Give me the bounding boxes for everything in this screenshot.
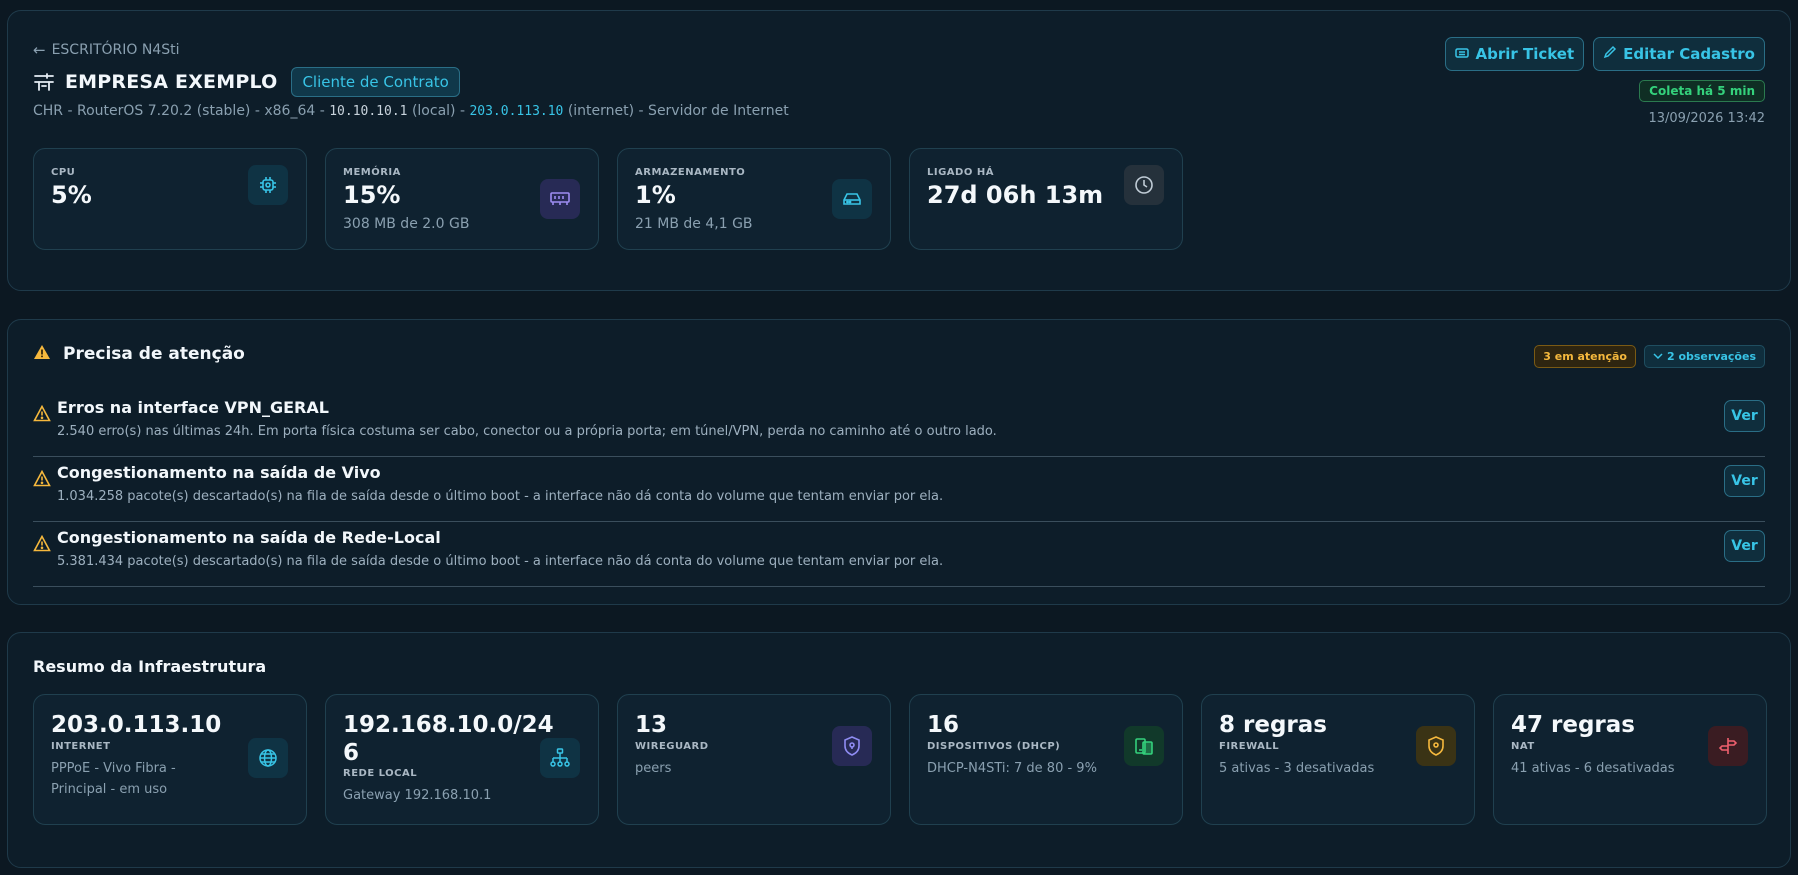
infrastructure-title: Resumo da Infraestrutura	[33, 657, 267, 676]
company-name: EMPRESA EXEMPLO	[65, 71, 278, 93]
attention-item-description: 2.540 erro(s) nas últimas 24h. Em porta …	[57, 424, 997, 439]
nat-value: 47 regras	[1511, 712, 1635, 738]
storage-label: ARMAZENAMENTO	[635, 167, 746, 178]
local-network-gateway: Gateway 192.168.10.1	[343, 788, 492, 803]
globe-icon	[248, 738, 288, 778]
observations-label: 2 observações	[1666, 350, 1756, 363]
local-network-value: 192.168.10.0/24 6	[343, 711, 554, 767]
local-network-label: REDE LOCAL	[343, 768, 418, 779]
internet-detail-line1: PPPoE - Vivo Fibra -	[51, 761, 176, 776]
local-network-value-line1: 192.168.10.0/24	[343, 712, 554, 738]
wireguard-detail: peers	[635, 761, 672, 776]
storage-value: 1%	[635, 181, 676, 209]
wireguard-card[interactable]: 13 WIREGUARD peers	[617, 694, 891, 825]
attention-count-badge: 3 em atenção	[1534, 345, 1636, 368]
last-update-timestamp: 13/09/2026 13:42	[1648, 111, 1765, 126]
router-icon	[33, 72, 55, 92]
local-network-card[interactable]: 192.168.10.0/24 6 REDE LOCAL Gateway 192.…	[325, 694, 599, 825]
nat-detail: 41 ativas - 6 desativadas	[1511, 761, 1675, 776]
device-header-panel: ← ESCRITÓRIO N4Sti EMPRESA EXEMPLO Clien…	[7, 10, 1791, 291]
infrastructure-panel: Resumo da Infraestrutura 203.0.113.10 IN…	[7, 632, 1791, 868]
device-model: CHR - RouterOS 7.20.2 (stable) - x86_64 …	[33, 103, 330, 119]
arrow-left-icon: ←	[33, 41, 46, 59]
dhcp-devices-label: DISPOSITIVOS (DHCP)	[927, 741, 1061, 752]
storage-card: ARMAZENAMENTO 1% 21 MB de 4,1 GB	[617, 148, 891, 250]
nat-icon	[1708, 726, 1748, 766]
attention-item-title: Congestionamento na saída de Rede-Local	[57, 528, 441, 547]
pencil-icon	[1603, 45, 1617, 63]
dhcp-devices-detail: DHCP-N4STi: 7 de 80 - 9%	[927, 761, 1097, 776]
local-ip: 10.10.10.1	[329, 104, 408, 119]
chevron-down-icon	[1653, 350, 1663, 363]
dhcp-devices-card[interactable]: 16 DISPOSITIVOS (DHCP) DHCP-N4STi: 7 de …	[909, 694, 1183, 825]
dhcp-devices-value: 16	[927, 712, 960, 738]
attention-item: Congestionamento na saída de Vivo 1.034.…	[33, 457, 1765, 522]
collect-status-badge: Coleta há 5 min	[1639, 80, 1765, 102]
attention-item-description: 5.381.434 pacote(s) descartado(s) na fil…	[57, 554, 944, 569]
uptime-value: 27d 06h 13m	[927, 181, 1104, 209]
open-ticket-label: Abrir Ticket	[1475, 45, 1575, 63]
cpu-icon	[248, 165, 288, 205]
cpu-card: CPU 5%	[33, 148, 307, 250]
ticket-icon	[1455, 45, 1470, 63]
firewall-label: FIREWALL	[1219, 741, 1280, 752]
local-network-value-line2: 6	[343, 740, 360, 766]
warning-outline-icon	[33, 469, 51, 487]
device-info: CHR - RouterOS 7.20.2 (stable) - x86_64 …	[33, 103, 789, 119]
firewall-detail: 5 ativas - 3 desativadas	[1219, 761, 1375, 776]
attention-item: Congestionamento na saída de Rede-Local …	[33, 522, 1765, 587]
back-link[interactable]: ← ESCRITÓRIO N4Sti	[33, 41, 180, 59]
view-button[interactable]: Ver	[1724, 530, 1765, 562]
internet-label: INTERNET	[51, 741, 111, 752]
wireguard-value: 13	[635, 712, 668, 738]
firewall-value: 8 regras	[1219, 712, 1327, 738]
edit-registration-button[interactable]: Editar Cadastro	[1593, 37, 1765, 71]
warning-icon	[33, 344, 51, 364]
attention-item-description: 1.034.258 pacote(s) descartado(s) na fil…	[57, 489, 944, 504]
clock-icon	[1124, 165, 1164, 205]
memory-detail: 308 MB de 2.0 GB	[343, 216, 470, 232]
open-ticket-button[interactable]: Abrir Ticket	[1445, 37, 1585, 71]
warning-outline-icon	[33, 404, 51, 422]
memory-value: 15%	[343, 181, 401, 209]
shield-icon	[832, 726, 872, 766]
view-button[interactable]: Ver	[1724, 465, 1765, 497]
local-ip-label: (local) -	[407, 103, 470, 119]
edit-registration-label: Editar Cadastro	[1623, 45, 1755, 63]
view-button[interactable]: Ver	[1724, 400, 1765, 432]
attention-item-title: Congestionamento na saída de Vivo	[57, 463, 381, 482]
internet-detail-line2: Principal - em uso	[51, 782, 168, 797]
nat-card[interactable]: 47 regras NAT 41 ativas - 6 desativadas	[1493, 694, 1767, 825]
storage-icon	[832, 179, 872, 219]
public-ip-label: (internet) - Servidor de Internet	[563, 103, 789, 119]
firewall-card[interactable]: 8 regras FIREWALL 5 ativas - 3 desativad…	[1201, 694, 1475, 825]
attention-item: Erros na interface VPN_GERAL 2.540 erro(…	[33, 392, 1765, 457]
network-icon	[540, 738, 580, 778]
warning-outline-icon	[33, 534, 51, 552]
memory-card: MEMÓRIA 15% 308 MB de 2.0 GB	[325, 148, 599, 250]
uptime-card: LIGADO HÁ 27d 06h 13m	[909, 148, 1183, 250]
observations-toggle[interactable]: 2 observações	[1643, 345, 1765, 368]
firewall-icon	[1416, 726, 1456, 766]
internet-card[interactable]: 203.0.113.10 INTERNET PPPoE - Vivo Fibra…	[33, 694, 307, 825]
cpu-value: 5%	[51, 181, 92, 209]
wireguard-label: WIREGUARD	[635, 741, 709, 752]
cpu-label: CPU	[51, 167, 76, 178]
storage-detail: 21 MB de 4,1 GB	[635, 216, 753, 232]
uptime-label: LIGADO HÁ	[927, 167, 994, 178]
internet-value: 203.0.113.10	[51, 712, 222, 738]
contract-badge: Cliente de Contrato	[291, 67, 460, 97]
nat-label: NAT	[1511, 741, 1535, 752]
devices-icon	[1124, 726, 1164, 766]
attention-title: Precisa de atenção	[63, 344, 245, 364]
memory-label: MEMÓRIA	[343, 167, 401, 178]
attention-panel: Precisa de atenção 3 em atenção 2 observ…	[7, 319, 1791, 605]
memory-icon	[540, 179, 580, 219]
attention-item-title: Erros na interface VPN_GERAL	[57, 398, 329, 417]
back-link-label: ESCRITÓRIO N4Sti	[51, 42, 180, 58]
public-ip[interactable]: 203.0.113.10	[469, 104, 563, 119]
